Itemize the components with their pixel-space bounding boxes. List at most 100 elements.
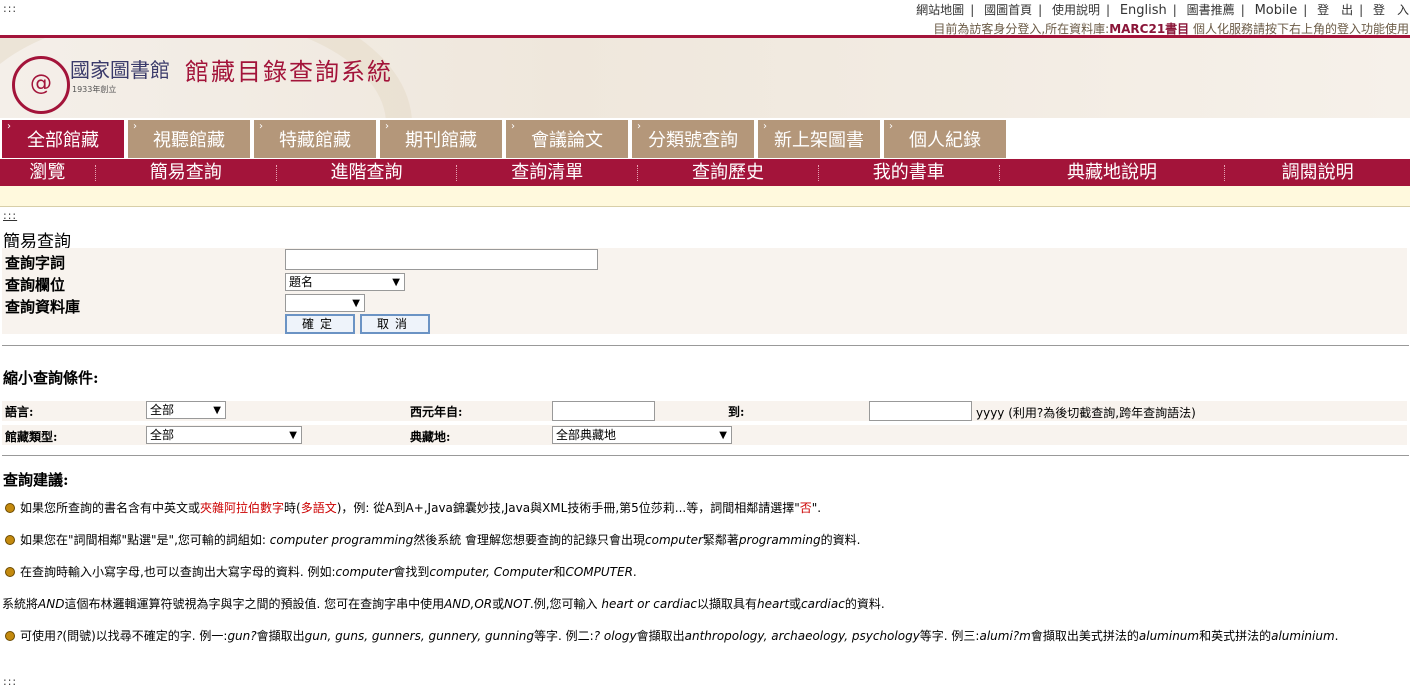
location-value: 全部典藏地 bbox=[556, 428, 617, 442]
tip-adjacent-words: 如果您在"詞間相鄰"點選"是",您可輸的詞組如: computer progra… bbox=[5, 531, 860, 548]
tip-text: 如果您所查詢的書名含有中英文或 bbox=[20, 501, 201, 515]
tab-personal-records[interactable]: › 個人紀錄 bbox=[884, 120, 1006, 158]
tip-text: 在查詢時輸入小寫字母,也可以查詢出大寫字母的資料. 例如: bbox=[20, 565, 336, 579]
tip-text: 和 bbox=[553, 565, 566, 579]
collection-type-label: 館藏類型: bbox=[5, 430, 58, 444]
subnav-browse[interactable]: 瀏覽 bbox=[0, 163, 96, 181]
nav-sitemap-link[interactable]: 網站地圖 bbox=[916, 3, 964, 17]
search-term-label: 查詢字詞 bbox=[5, 254, 66, 272]
tab-label: 視聽館藏 bbox=[153, 130, 225, 151]
tab-all-collections[interactable]: › 全部館藏 bbox=[2, 120, 124, 158]
subnav-advanced-search[interactable]: 進階查詢 bbox=[277, 163, 458, 181]
tab-arrow-icon: › bbox=[385, 121, 389, 132]
year-format-hint: yyyy (利用?為後切截查詢,跨年查詢語法) bbox=[976, 406, 1196, 420]
tab-arrow-icon: › bbox=[637, 121, 641, 132]
nav-login-link[interactable]: 登 入 bbox=[1373, 3, 1409, 17]
subnav-location-info[interactable]: 典藏地說明 bbox=[1000, 163, 1226, 181]
location-select[interactable]: 全部典藏地 ▼ bbox=[552, 426, 732, 444]
confirm-button[interactable]: 確定 bbox=[285, 314, 355, 334]
search-tips-title: 查詢建議: bbox=[3, 471, 69, 489]
nav-english-link[interactable]: English bbox=[1120, 3, 1167, 18]
subnav-search-list[interactable]: 查詢清單 bbox=[457, 163, 639, 181]
tip-wildcard: 可使用?(問號)以找尋不確定的字. 例一:gun?會擷取出gun, guns, … bbox=[5, 627, 1339, 644]
tip-example: computer programming bbox=[269, 533, 414, 547]
tab-audiovisual[interactable]: › 視聽館藏 bbox=[128, 120, 250, 158]
skip-link-top[interactable]: ::: bbox=[3, 2, 17, 15]
tip-text: 或 bbox=[492, 597, 505, 611]
language-select[interactable]: 全部 ▼ bbox=[146, 401, 226, 419]
skip-link-content[interactable]: ::: bbox=[3, 209, 17, 222]
tip-text: 等字. 例三: bbox=[919, 629, 980, 643]
tab-label: 新上架圖書 bbox=[774, 130, 864, 151]
tip-highlight: 否 bbox=[799, 501, 812, 515]
tip-text: (問號)以找尋不確定的字. 例一: bbox=[62, 629, 228, 643]
tip-text: 的資料. bbox=[820, 533, 861, 547]
current-database-name: MARC21書目 bbox=[1109, 22, 1190, 36]
tip-example: COMPUTER bbox=[565, 565, 633, 579]
chevron-down-icon: ▼ bbox=[392, 277, 400, 288]
tip-case-insensitive: 在查詢時輸入小寫字母,也可以查詢出大寫字母的資料. 例如:computer會找到… bbox=[5, 563, 637, 580]
tip-text: 系統將 bbox=[2, 597, 39, 611]
tab-label: 會議論文 bbox=[531, 130, 603, 151]
tip-example: computer, Computer bbox=[429, 565, 554, 579]
tab-label: 個人紀錄 bbox=[909, 130, 981, 151]
tab-classification-search[interactable]: › 分類號查詢 bbox=[632, 120, 754, 158]
chevron-down-icon: ▼ bbox=[213, 405, 221, 416]
year-to-input[interactable] bbox=[869, 401, 972, 421]
tip-example: programming bbox=[738, 533, 821, 547]
search-field-label: 查詢欄位 bbox=[5, 276, 66, 294]
function-subnav: 瀏覽 簡易查詢 進階查詢 查詢清單 查詢歷史 我的書車 典藏地說明 調閱說明 bbox=[0, 159, 1410, 186]
nav-mobile-link[interactable]: Mobile bbox=[1255, 3, 1298, 18]
search-database-select[interactable]: ▼ bbox=[285, 294, 365, 312]
location-label: 典藏地: bbox=[410, 430, 451, 444]
nav-home-link[interactable]: 國圖首頁 bbox=[984, 3, 1032, 17]
subnav-simple-search[interactable]: 簡易查詢 bbox=[96, 163, 277, 181]
skip-link-bottom[interactable]: ::: bbox=[3, 675, 17, 688]
search-database-label: 查詢資料庫 bbox=[5, 298, 81, 316]
tip-text: 會擷取出 bbox=[256, 629, 305, 643]
nav-separator: | bbox=[1038, 3, 1043, 17]
tip-text: 可使用 bbox=[20, 629, 57, 643]
tip-text: ". bbox=[811, 501, 822, 515]
nav-separator: | bbox=[1303, 3, 1308, 17]
chevron-down-icon: ▼ bbox=[352, 298, 360, 309]
cancel-button[interactable]: 取消 bbox=[360, 314, 430, 334]
subnav-search-history[interactable]: 查詢歷史 bbox=[638, 163, 819, 181]
search-field-value: 題名 bbox=[289, 275, 314, 289]
tab-new-arrivals[interactable]: › 新上架圖書 bbox=[758, 120, 880, 158]
search-field-select[interactable]: 題名 ▼ bbox=[285, 273, 405, 291]
subnav-book-cart[interactable]: 我的書車 bbox=[819, 163, 1000, 181]
nav-separator: | bbox=[970, 3, 975, 17]
tip-example: anthropology, archaeology, psychology bbox=[684, 629, 920, 643]
nav-separator: | bbox=[1359, 3, 1364, 17]
tab-arrow-icon: › bbox=[7, 121, 11, 132]
tip-boolean-operators: 系統將AND這個布林邏輯運算符號視為字與字之間的預設值. 您可在查詢字串中使用A… bbox=[2, 595, 885, 612]
tab-conference-papers[interactable]: › 會議論文 bbox=[506, 120, 628, 158]
nav-help-link[interactable]: 使用說明 bbox=[1052, 3, 1100, 17]
year-to-label: 到: bbox=[728, 405, 745, 419]
tip-text: 以擷取具有 bbox=[697, 597, 758, 611]
bullet-icon bbox=[5, 630, 15, 641]
nav-logout-link[interactable]: 登 出 bbox=[1317, 3, 1353, 17]
library-name: 國家圖書館 bbox=[70, 58, 170, 82]
search-form bbox=[2, 248, 1407, 334]
tab-periodicals[interactable]: › 期刊館藏 bbox=[380, 120, 502, 158]
tip-text: . bbox=[632, 565, 637, 579]
tip-example: heart or cardiac bbox=[601, 597, 698, 611]
tip-text: 和英式拼法的 bbox=[1199, 629, 1272, 643]
collection-type-select[interactable]: 全部 ▼ bbox=[146, 426, 302, 444]
subnav-retrieval-info[interactable]: 調閱說明 bbox=[1225, 163, 1410, 181]
chevron-down-icon: ▼ bbox=[719, 430, 727, 441]
tip-example: gun, guns, gunners, gunnery, gunning bbox=[304, 629, 534, 643]
tip-text: 會擷取出美式拼法的 bbox=[1030, 629, 1139, 643]
tip-example: ? ology bbox=[593, 629, 637, 643]
tip-text: 這個布林邏輯運算符號視為字與字之間的預設值. 您可在查詢字串中使用 bbox=[64, 597, 445, 611]
tip-example: cardiac bbox=[801, 597, 845, 611]
tab-special-collections[interactable]: › 特藏館藏 bbox=[254, 120, 376, 158]
tab-arrow-icon: › bbox=[259, 121, 263, 132]
nav-recommend-link[interactable]: 圖書推薦 bbox=[1187, 3, 1235, 17]
search-term-input[interactable] bbox=[285, 249, 598, 270]
tab-label: 特藏館藏 bbox=[279, 130, 351, 151]
login-status-suffix: 個人化服務請按下右上角的登入功能使用 bbox=[1189, 22, 1409, 36]
year-from-input[interactable] bbox=[552, 401, 655, 421]
